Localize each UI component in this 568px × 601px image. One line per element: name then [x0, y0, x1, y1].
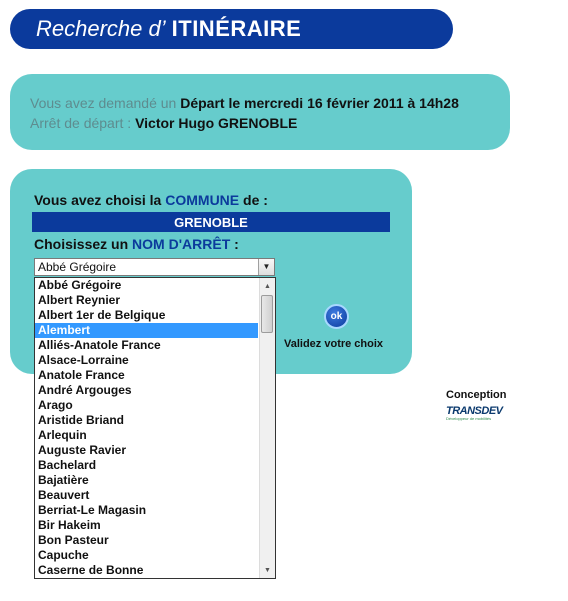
- stop-option[interactable]: Bon Pasteur: [35, 533, 258, 548]
- header-title-strong: ITINÉRAIRE: [171, 16, 302, 41]
- commune-value: GRENOBLE: [174, 214, 248, 230]
- header-title-prefix: Recherche d’: [36, 16, 166, 41]
- stop-option[interactable]: Beauvert: [35, 488, 258, 503]
- stop-option[interactable]: Abbé Grégoire: [35, 278, 258, 293]
- stop-dropdown-list[interactable]: Abbé Grégoire Albert Reynier Albert 1er de…: [34, 277, 276, 579]
- stop-heading-prefix: Choisissez un: [34, 236, 129, 252]
- request-line-departure: Vous avez demandé un Départ le mercredi …: [30, 93, 510, 113]
- stop-option[interactable]: Bir Hakeim: [35, 518, 258, 533]
- request-line1-value: Départ le mercredi 16 février 2011 à 14h…: [180, 95, 459, 111]
- stop-option[interactable]: Caserne de Bonne: [35, 563, 258, 578]
- page-header: Recherche d’ ITINÉRAIRE: [10, 9, 453, 49]
- stop-option[interactable]: André Argouges: [35, 383, 258, 398]
- stop-option[interactable]: Alembert: [35, 323, 258, 338]
- stop-option[interactable]: Alliés-Anatole France: [35, 338, 258, 353]
- ok-button-label: ok: [330, 311, 343, 322]
- stop-option[interactable]: Aristide Briand: [35, 413, 258, 428]
- stop-heading-suffix: :: [234, 236, 239, 252]
- stop-option[interactable]: Albert Reynier: [35, 293, 258, 308]
- request-line1-label: Vous avez demandé un: [30, 95, 177, 111]
- stop-option[interactable]: Capuche: [35, 548, 258, 563]
- commune-heading-suffix: de :: [243, 192, 268, 208]
- request-line2-value: Victor Hugo GRENOBLE: [135, 115, 298, 131]
- transdev-logo: TRANSDEV Développeur de mobilités: [446, 405, 506, 425]
- dropdown-scrollbar[interactable]: ▲ ▼: [259, 278, 275, 578]
- request-line-stop: Arrêt de départ : Victor Hugo GRENOBLE: [30, 113, 510, 133]
- stop-heading: Choisissez un NOM D'ARRÊT :: [34, 236, 239, 252]
- validate-caption[interactable]: Validez votre choix: [284, 338, 383, 350]
- stop-option[interactable]: Arago: [35, 398, 258, 413]
- request-line2-label: Arrêt de départ :: [30, 115, 132, 131]
- stop-option[interactable]: Arlequin: [35, 428, 258, 443]
- commune-heading-word: COMMUNE: [165, 192, 240, 208]
- stop-select-value: Abbé Grégoire: [38, 260, 117, 274]
- chevron-down-icon[interactable]: ▼: [258, 259, 274, 275]
- stop-option[interactable]: Albert 1er de Belgique: [35, 308, 258, 323]
- stop-options: Abbé Grégoire Albert Reynier Albert 1er de…: [35, 278, 275, 578]
- scroll-thumb[interactable]: [261, 295, 273, 333]
- stop-option[interactable]: Alsace-Lorraine: [35, 353, 258, 368]
- stop-option[interactable]: Bachelard: [35, 458, 258, 473]
- stop-option[interactable]: Berriat-Le Magasin: [35, 503, 258, 518]
- stop-option[interactable]: Auguste Ravier: [35, 443, 258, 458]
- conception-label: Conception: [446, 389, 507, 401]
- stop-option[interactable]: Bajatière: [35, 473, 258, 488]
- ok-button[interactable]: ok: [324, 304, 349, 329]
- scroll-up-icon[interactable]: ▲: [260, 278, 275, 294]
- scroll-down-icon[interactable]: ▼: [260, 562, 275, 578]
- stop-option[interactable]: Anatole France: [35, 368, 258, 383]
- request-summary-panel: Vous avez demandé un Départ le mercredi …: [10, 74, 510, 150]
- stop-select[interactable]: Abbé Grégoire ▼: [34, 258, 275, 276]
- commune-value-bar: GRENOBLE: [32, 212, 390, 232]
- stop-heading-word: NOM D'ARRÊT: [132, 236, 231, 252]
- commune-heading-prefix: Vous avez choisi la: [34, 192, 162, 208]
- commune-heading: Vous avez choisi la COMMUNE de :: [34, 192, 268, 208]
